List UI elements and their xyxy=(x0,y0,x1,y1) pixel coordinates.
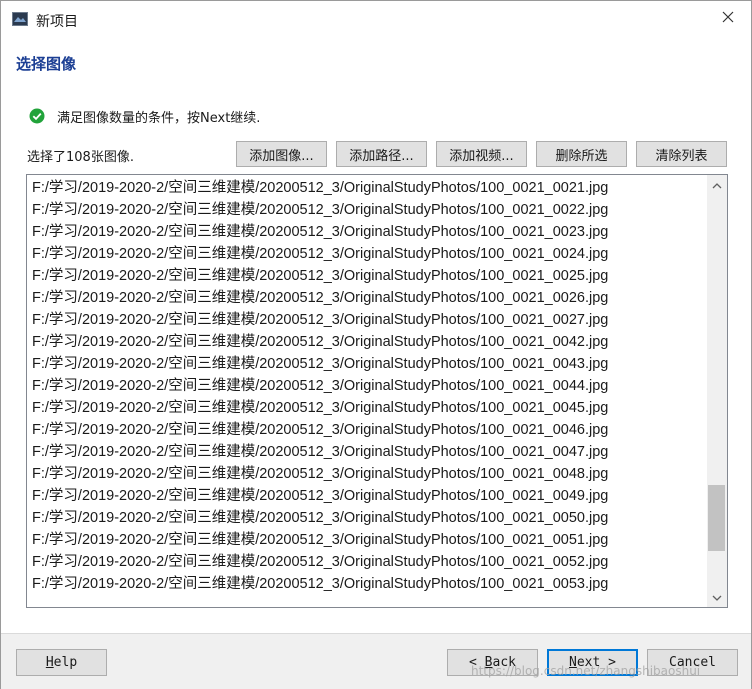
status-message: 满足图像数量的条件，按Next继续. xyxy=(29,106,260,126)
file-list-item[interactable]: F:/学习/2019-2020-2/空间三维建模/20200512_3/Orig… xyxy=(27,551,705,573)
close-icon[interactable] xyxy=(722,11,734,27)
delete-selected-button[interactable]: 删除所选 xyxy=(536,141,627,167)
page-title: 选择图像 xyxy=(16,55,77,73)
dialog-footer: Help < Back Next > Cancel xyxy=(1,633,751,689)
scroll-down-button[interactable] xyxy=(707,587,727,607)
file-list-item[interactable]: F:/学习/2019-2020-2/空间三维建模/20200512_3/Orig… xyxy=(27,375,705,397)
help-mnemonic: H xyxy=(45,655,54,670)
file-list-item[interactable]: F:/学习/2019-2020-2/空间三维建模/20200512_3/Orig… xyxy=(27,529,705,551)
add-path-button[interactable]: 添加路径... xyxy=(336,141,427,167)
back-mnemonic: B xyxy=(484,655,493,670)
next-button[interactable]: Next > xyxy=(547,649,638,676)
back-label-rest: ack xyxy=(492,655,516,670)
status-text: 满足图像数量的条件，按Next继续. xyxy=(57,110,261,126)
file-list-item[interactable]: F:/学习/2019-2020-2/空间三维建模/20200512_3/Orig… xyxy=(27,485,705,507)
file-list-item[interactable]: F:/学习/2019-2020-2/空间三维建模/20200512_3/Orig… xyxy=(27,441,705,463)
file-list-item[interactable]: F:/学习/2019-2020-2/空间三维建模/20200512_3/Orig… xyxy=(27,353,705,375)
file-list-items: F:/学习/2019-2020-2/空间三维建模/20200512_3/Orig… xyxy=(27,177,705,595)
scroll-thumb[interactable] xyxy=(708,485,725,552)
next-suffix: > xyxy=(600,655,616,670)
image-count-label: 选择了108张图像. xyxy=(27,150,134,165)
title-bar: 新项目 xyxy=(1,1,751,39)
vertical-scrollbar[interactable] xyxy=(707,175,727,607)
file-list-item[interactable]: F:/学习/2019-2020-2/空间三维建模/20200512_3/Orig… xyxy=(27,331,705,353)
next-label-rest: ext xyxy=(576,655,601,670)
file-list-item[interactable]: F:/学习/2019-2020-2/空间三维建模/20200512_3/Orig… xyxy=(27,221,705,243)
cancel-button[interactable]: Cancel xyxy=(647,649,738,676)
app-window-icon xyxy=(12,12,28,26)
next-mnemonic: N xyxy=(569,655,577,670)
window-title: 新项目 xyxy=(36,14,78,30)
file-list-item[interactable]: F:/学习/2019-2020-2/空间三维建模/20200512_3/Orig… xyxy=(27,265,705,287)
file-list-item[interactable]: F:/学习/2019-2020-2/空间三维建模/20200512_3/Orig… xyxy=(27,463,705,485)
chevron-down-icon[interactable] xyxy=(712,589,722,605)
file-list-item[interactable]: F:/学习/2019-2020-2/空间三维建模/20200512_3/Orig… xyxy=(27,419,705,441)
file-list-item[interactable]: F:/学习/2019-2020-2/空间三维建模/20200512_3/Orig… xyxy=(27,287,705,309)
file-list-item[interactable]: F:/学习/2019-2020-2/空间三维建模/20200512_3/Orig… xyxy=(27,397,705,419)
clear-list-button[interactable]: 清除列表 xyxy=(636,141,727,167)
new-project-dialog: 新项目 选择图像 满足图像数量的条件，按Next继续. 选择了108张图像. 添… xyxy=(0,0,752,689)
add-images-button[interactable]: 添加图像... xyxy=(236,141,327,167)
back-prefix: < xyxy=(469,655,485,670)
check-circle-icon xyxy=(29,108,45,124)
file-list-item[interactable]: F:/学习/2019-2020-2/空间三维建模/20200512_3/Orig… xyxy=(27,507,705,529)
file-list-item[interactable]: F:/学习/2019-2020-2/空间三维建模/20200512_3/Orig… xyxy=(27,309,705,331)
file-list-item[interactable]: F:/学习/2019-2020-2/空间三维建模/20200512_3/Orig… xyxy=(27,243,705,265)
file-list-item[interactable]: F:/学习/2019-2020-2/空间三维建模/20200512_3/Orig… xyxy=(27,199,705,221)
file-list-item[interactable]: F:/学习/2019-2020-2/空间三维建模/20200512_3/Orig… xyxy=(27,177,705,199)
close-button[interactable] xyxy=(705,1,751,37)
add-video-button[interactable]: 添加视频... xyxy=(436,141,527,167)
help-label-rest: elp xyxy=(53,655,78,670)
scroll-up-button[interactable] xyxy=(707,175,727,195)
image-file-list[interactable]: F:/学习/2019-2020-2/空间三维建模/20200512_3/Orig… xyxy=(26,174,728,608)
chevron-up-icon[interactable] xyxy=(712,177,722,193)
help-button[interactable]: Help xyxy=(16,649,107,676)
back-button[interactable]: < Back xyxy=(447,649,538,676)
file-list-item[interactable]: F:/学习/2019-2020-2/空间三维建模/20200512_3/Orig… xyxy=(27,573,705,595)
